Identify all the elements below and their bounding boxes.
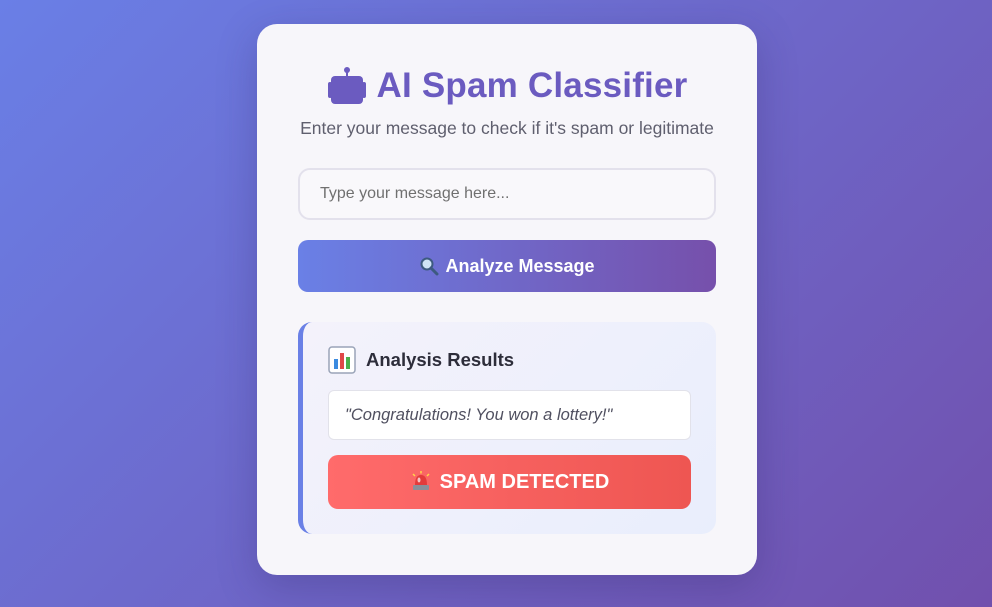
- analyzed-message: "Congratulations! You won a lottery!": [328, 390, 691, 440]
- page-title: AI Spam Classifier: [376, 66, 688, 105]
- magnifier-icon: [419, 256, 439, 276]
- results-title: Analysis Results: [366, 349, 515, 370]
- classifier-card: AI Spam Classifier Enter your message to…: [257, 24, 757, 575]
- analyze-button-label: Analyze Message: [445, 255, 595, 276]
- header: AI Spam Classifier: [257, 64, 757, 108]
- results-header: Analysis Results: [328, 346, 514, 374]
- page-subtitle: Enter your message to check if it's spam…: [300, 118, 714, 138]
- verdict-label: SPAM DETECTED: [439, 470, 610, 493]
- bar-chart-icon: [328, 346, 356, 374]
- analyze-button[interactable]: Analyze Message: [298, 240, 716, 292]
- siren-icon: [410, 471, 432, 493]
- results-panel: Analysis Results "Congratulations! You w…: [298, 322, 716, 534]
- message-input[interactable]: [298, 168, 716, 220]
- robot-icon: [327, 66, 367, 106]
- spam-verdict-badge: SPAM DETECTED: [328, 455, 691, 509]
